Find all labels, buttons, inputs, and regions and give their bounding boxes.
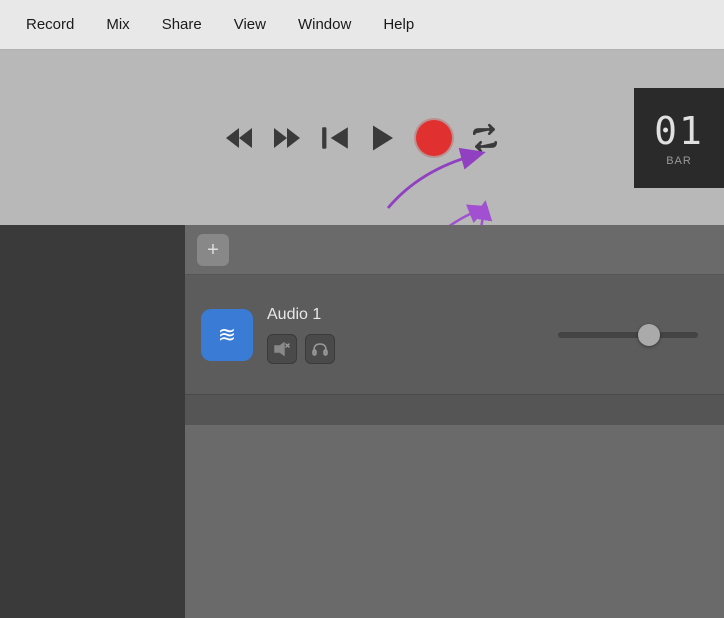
transport-controls [224, 120, 500, 156]
menu-item-record[interactable]: Record [10, 10, 90, 39]
tracks-area: + ≋ Audio 1 [185, 225, 724, 618]
track-icon: ≋ [201, 309, 253, 361]
headphones-button[interactable] [305, 334, 335, 364]
bottom-area [185, 395, 724, 425]
toolbar: 01 BAR [0, 50, 724, 225]
counter-value: 01 [654, 109, 704, 153]
rewind-button[interactable] [224, 123, 254, 153]
menu-item-share[interactable]: Share [146, 10, 218, 39]
track-name: Audio 1 [267, 306, 335, 324]
table-row: ≋ Audio 1 [185, 275, 724, 395]
track-controls [267, 334, 335, 364]
counter-unit: BAR [666, 155, 692, 167]
menu-item-window[interactable]: Window [282, 10, 367, 39]
volume-slider-area [558, 332, 708, 338]
add-track-bar: + [185, 225, 724, 275]
menu-item-mix[interactable]: Mix [90, 10, 145, 39]
record-button[interactable] [416, 120, 452, 156]
skip-to-beginning-button[interactable] [320, 123, 350, 153]
add-track-button[interactable]: + [197, 234, 229, 266]
track-list: ≋ Audio 1 [185, 275, 724, 395]
volume-track[interactable] [558, 332, 698, 338]
main-content: + ≋ Audio 1 [0, 225, 724, 618]
mute-button[interactable] [267, 334, 297, 364]
fast-forward-button[interactable] [272, 123, 302, 153]
track-info: Audio 1 [267, 306, 335, 364]
menu-item-view[interactable]: View [218, 10, 282, 39]
play-button[interactable] [368, 123, 398, 153]
counter-display: 01 BAR [634, 88, 724, 188]
menu-item-help[interactable]: Help [367, 10, 430, 39]
waveform-icon: ≋ [218, 322, 236, 348]
volume-thumb[interactable] [638, 324, 660, 346]
sidebar [0, 225, 185, 618]
menu-bar: Record Mix Share View Window Help [0, 0, 724, 50]
loop-button[interactable] [470, 123, 500, 153]
